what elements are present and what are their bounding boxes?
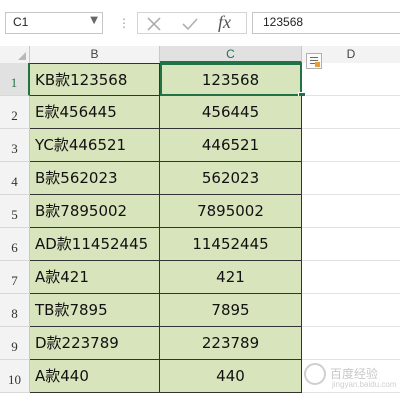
enter-check-icon[interactable] bbox=[182, 16, 198, 36]
table-row: 4 B款562023 562023 bbox=[0, 162, 400, 195]
column-header-b[interactable]: B bbox=[30, 46, 160, 63]
cell-b[interactable]: A款440 bbox=[30, 360, 160, 393]
formula-bar-grip-icon: ⋮ bbox=[118, 16, 130, 30]
row-header[interactable]: 10 bbox=[0, 360, 30, 393]
cell-b[interactable]: AD款11452445 bbox=[30, 228, 160, 261]
cell-c[interactable]: 456445 bbox=[160, 96, 302, 129]
row-header[interactable]: 5 bbox=[0, 195, 30, 228]
row-header[interactable]: 4 bbox=[0, 162, 30, 195]
cell-d[interactable] bbox=[302, 96, 400, 129]
chevron-down-icon[interactable]: ▼ bbox=[90, 15, 98, 26]
cell-d[interactable] bbox=[302, 261, 400, 294]
row-header[interactable]: 3 bbox=[0, 129, 30, 162]
cell-b[interactable]: B款562023 bbox=[30, 162, 160, 195]
cell-b[interactable]: D款223789 bbox=[30, 327, 160, 360]
qa-dot bbox=[315, 62, 320, 67]
cell-b[interactable]: YC款446521 bbox=[30, 129, 160, 162]
watermark: 百度经验 jingyan.baidu.com bbox=[300, 355, 396, 395]
cell-b[interactable]: KB款123568 bbox=[30, 63, 160, 96]
cell-d[interactable] bbox=[302, 195, 400, 228]
cell-c[interactable]: 440 bbox=[160, 360, 302, 393]
qa-line bbox=[310, 60, 318, 61]
table-row: 8 TB款7895 7895 bbox=[0, 294, 400, 327]
cell-c[interactable]: 123568 bbox=[160, 63, 302, 96]
watermark-logo-icon bbox=[304, 363, 326, 385]
quick-analysis-icon[interactable] bbox=[306, 53, 322, 69]
cell-c[interactable]: 7895002 bbox=[160, 195, 302, 228]
cell-b[interactable]: A款421 bbox=[30, 261, 160, 294]
formula-input[interactable]: 123568 bbox=[252, 12, 400, 34]
row-header[interactable]: 6 bbox=[0, 228, 30, 261]
select-all-corner[interactable] bbox=[0, 46, 30, 63]
cell-b[interactable]: E款456445 bbox=[30, 96, 160, 129]
cell-c[interactable]: 7895 bbox=[160, 294, 302, 327]
cell-b[interactable]: TB款7895 bbox=[30, 294, 160, 327]
cell-c[interactable]: 223789 bbox=[160, 327, 302, 360]
cell-d[interactable] bbox=[302, 294, 400, 327]
cell-c[interactable]: 421 bbox=[160, 261, 302, 294]
cell-d[interactable] bbox=[302, 129, 400, 162]
formula-bar-buttons: fx bbox=[137, 12, 247, 34]
cell-c[interactable]: 11452445 bbox=[160, 228, 302, 261]
table-row: 6 AD款11452445 11452445 bbox=[0, 228, 400, 261]
cell-c[interactable]: 562023 bbox=[160, 162, 302, 195]
table-row: 5 B款7895002 7895002 bbox=[0, 195, 400, 228]
row-header[interactable]: 8 bbox=[0, 294, 30, 327]
watermark-subtext: jingyan.baidu.com bbox=[332, 380, 397, 389]
cell-b[interactable]: B款7895002 bbox=[30, 195, 160, 228]
formula-value: 123568 bbox=[263, 15, 304, 29]
row-header[interactable]: 2 bbox=[0, 96, 30, 129]
cell-d[interactable] bbox=[302, 162, 400, 195]
cell-c[interactable]: 446521 bbox=[160, 129, 302, 162]
cell-d[interactable] bbox=[302, 228, 400, 261]
select-all-icon bbox=[18, 52, 26, 60]
table-row: 7 A款421 421 bbox=[0, 261, 400, 294]
row-header[interactable]: 1 bbox=[0, 63, 30, 96]
table-row: 3 YC款446521 446521 bbox=[0, 129, 400, 162]
qa-line bbox=[310, 57, 318, 58]
row-header[interactable]: 9 bbox=[0, 327, 30, 360]
column-header-c[interactable]: C bbox=[160, 46, 302, 63]
table-row: 2 E款456445 456445 bbox=[0, 96, 400, 129]
cancel-icon[interactable] bbox=[146, 16, 162, 36]
insert-function-icon[interactable]: fx bbox=[218, 12, 231, 33]
column-headers: B C D bbox=[0, 46, 400, 64]
table-row: 1 KB款123568 123568 bbox=[0, 63, 400, 100]
row-header[interactable]: 7 bbox=[0, 261, 30, 294]
formula-bar: C1 ▼ ⋮ fx 123568 bbox=[0, 0, 400, 44]
name-box-value: C1 bbox=[13, 15, 29, 29]
name-box[interactable]: C1 ▼ bbox=[5, 12, 103, 34]
